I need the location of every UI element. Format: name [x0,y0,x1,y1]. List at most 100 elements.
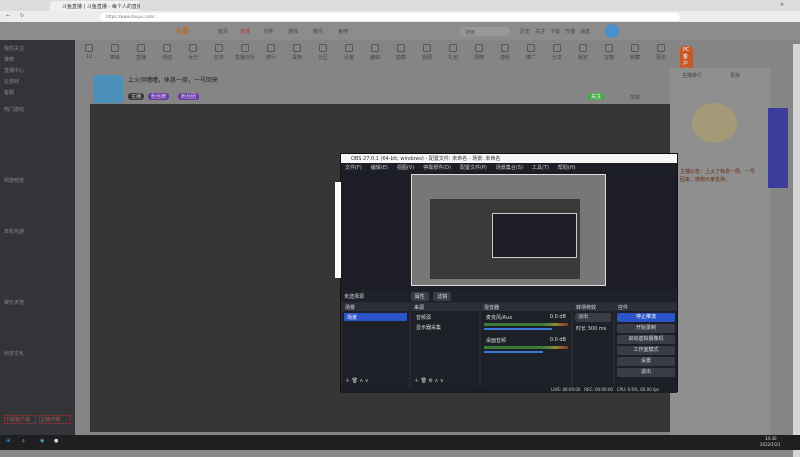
close-window-icon[interactable]: ✕ [780,2,784,8]
sidebar-section[interactable]: 单机热游 [4,227,71,238]
nav-live[interactable]: 直播 [240,28,250,35]
nav-home[interactable]: 首页 [218,28,228,35]
sidebar-item-service[interactable]: 客服 [4,88,71,99]
feature-icon[interactable]: 推广 [517,44,545,61]
tab-rank[interactable]: 主播排行 [682,72,702,79]
start-icon[interactable]: ⊞ [6,438,10,444]
follow-button[interactable]: 关注 [535,28,545,35]
feature-icon[interactable]: 编辑 [361,44,389,61]
site-header: 斗鱼 首页 直播 分类 游戏 娱乐 鱼吧 搜索 历史 关注 下载 开播 消息 [0,22,800,40]
report-link[interactable]: 举报 [630,94,640,101]
nav-games[interactable]: 游戏 [288,28,298,35]
transition-select[interactable]: 淡出 [575,313,611,322]
feature-icon[interactable]: 12 [75,44,103,60]
nav-category[interactable]: 分类 [263,28,273,35]
nav-yuba[interactable]: 鱼吧 [338,28,348,35]
badge[interactable]: 粉丝牌 [148,93,170,100]
feature-icon[interactable]: 任务 [205,44,233,61]
sidebar-section[interactable]: 科技文化 [4,349,71,360]
feature-icon[interactable]: 活动 [153,44,181,61]
broadcast-button[interactable]: 开播 [565,28,575,35]
download-button[interactable]: 下载 [550,28,560,35]
volume-slider[interactable] [484,328,552,330]
feature-icon[interactable]: 锁定 [569,44,597,61]
settings-button[interactable]: 设置 [617,357,675,366]
right-panel: 主播排行 贵族 主播公告：上火了休息一周，一号回来，感谢大家支持。 [670,68,788,435]
clock-date[interactable]: 2022/10/1 [760,442,781,447]
browser-tab[interactable]: 斗鱼直播 | 斗鱼直播 - 每个人的直播平台 [50,1,140,11]
page-scrollbar[interactable] [793,44,800,457]
feature-icon[interactable]: 大厅 [179,44,207,61]
menu-tools[interactable]: 工具(T) [532,165,549,171]
back-icon[interactable]: ← [6,13,10,19]
reload-icon[interactable]: ↻ [20,13,24,19]
start-broadcast-button[interactable]: 主播开播 [39,415,71,424]
feature-icon[interactable]: 游戏 [491,44,519,61]
douyu-logo[interactable]: 斗鱼 [175,26,189,36]
follow-button[interactable]: 关注 [587,93,606,100]
search-icon[interactable]: ⌕ [22,438,25,444]
feature-icon[interactable]: 视频 [413,44,441,61]
nav-ent[interactable]: 娱乐 [313,28,323,35]
feature-icon[interactable]: 更多 [647,44,675,61]
feature-icon[interactable]: 礼包 [439,44,467,61]
feature-icon[interactable]: 直播 [127,44,155,61]
feature-icon[interactable]: 分区 [309,44,337,61]
scene-toolbar[interactable]: ＋ 🗑 ∧ ∨ [345,377,368,384]
feature-glyph-icon [657,44,665,52]
badge[interactable]: 粉丝团 [178,93,200,100]
feature-icon[interactable]: 贵族 [283,44,311,61]
tab-noble[interactable]: 贵族 [730,72,740,79]
menu-help[interactable]: 帮助(H) [558,165,576,171]
menu-file[interactable]: 文件(F) [345,165,362,171]
menu-profile[interactable]: 配置文件(P) [460,165,487,171]
clock-time[interactable]: 14:30 [765,436,777,441]
sidebar-item-cloud[interactable]: 云游戏 [4,77,71,88]
obs-icon[interactable]: ● [54,438,58,444]
menu-scene-collection[interactable]: 场景集合(S) [496,165,523,171]
properties-button[interactable]: 属性 [410,292,429,301]
feature-icon[interactable]: 等级 [101,44,129,61]
history-button[interactable]: 历史 [520,28,530,35]
source-toolbar[interactable]: ＋ 🗑 ⚙ ∧ ∨ [414,377,444,384]
virtual-camera-button[interactable]: 启动虚拟摄像机 [617,335,675,344]
start-recording-button[interactable]: 开始录制 [617,324,675,333]
menu-view[interactable]: 视图(V) [397,165,414,171]
stop-streaming-button[interactable]: 停止推流 [617,313,675,322]
scene-item[interactable]: 场景 [344,313,407,321]
feature-icon[interactable]: 设置 [335,44,363,61]
feature-icon[interactable]: 分享 [543,44,571,61]
feature-icon[interactable]: 勋章 [387,44,415,61]
messages-button[interactable]: 消息 [580,28,590,35]
download-client-button[interactable]: 下载客户端 [4,415,36,424]
sidebar-section[interactable]: 网游竞技 [4,176,71,187]
transitions-dock: 转场特效 淡出 时长 300 ms [573,303,613,387]
source-item[interactable]: 音频源 [413,313,477,321]
feature-icon[interactable]: 排行 [257,44,285,61]
feature-label: 勋章 [395,55,406,61]
obs-preview[interactable] [335,172,677,290]
sidebar-item-center[interactable]: 直播中心 [4,66,71,77]
exit-button[interactable]: 退出 [617,368,675,377]
volume-slider[interactable] [484,351,543,353]
feature-icon[interactable]: 宝箱 [595,44,623,61]
side-promo[interactable] [768,108,788,188]
sidebar-section[interactable]: 热门游戏 [4,105,71,116]
search-input[interactable]: 搜索 [460,27,510,36]
filters-button[interactable]: 滤镜 [433,292,452,301]
sidebar-section[interactable]: 娱乐天地 [4,298,71,309]
sidebar-item-follow[interactable]: 我的关注 [4,44,71,55]
studio-mode-button[interactable]: 工作室模式 [617,346,675,355]
duration-input[interactable]: 300 ms [588,326,607,332]
menu-edit[interactable]: 编辑(E) [371,165,388,171]
edge-icon[interactable]: ◉ [40,438,44,444]
feature-icon[interactable]: 直播日历 [231,44,259,61]
sidebar-item-recommend[interactable]: 推荐 [4,55,71,66]
streamer-avatar[interactable] [93,75,123,103]
user-avatar[interactable] [605,24,619,38]
feature-icon[interactable]: 收藏 [621,44,649,61]
feature-icon[interactable]: 周榜 [465,44,493,61]
url-input[interactable]: https://www.douyu.com/... [100,13,680,21]
menu-docks[interactable]: 停靠部件(D) [423,165,451,171]
source-item[interactable]: 显示器采集 [413,323,477,331]
